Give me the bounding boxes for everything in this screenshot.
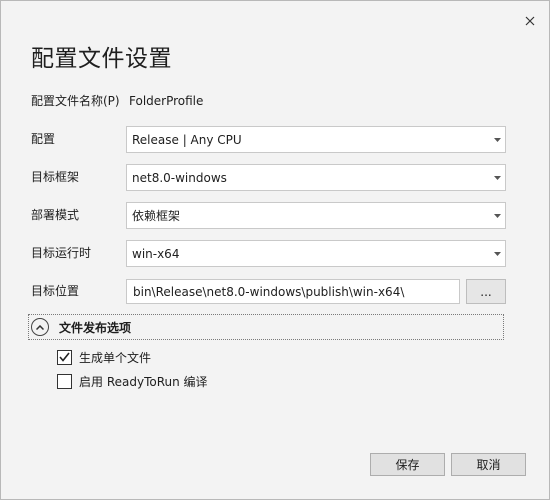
publish-options-header[interactable]: 文件发布选项 bbox=[28, 314, 504, 340]
target-framework-value: net8.0-windows bbox=[132, 170, 227, 185]
single-file-label: 生成单个文件 bbox=[79, 350, 152, 365]
target-location-input[interactable] bbox=[126, 279, 460, 304]
close-button[interactable] bbox=[519, 10, 541, 32]
configuration-value: Release | Any CPU bbox=[132, 132, 242, 147]
chevron-down-icon bbox=[489, 203, 505, 228]
close-icon bbox=[525, 16, 535, 26]
target-runtime-value: win-x64 bbox=[132, 246, 180, 261]
target-framework-dropdown[interactable]: net8.0-windows bbox=[126, 164, 506, 191]
dialog-title: 配置文件设置 bbox=[31, 46, 172, 72]
profile-settings-dialog: 配置文件设置 配置文件名称(P) FolderProfile 配置 Releas… bbox=[0, 0, 550, 500]
readytorun-label: 启用 ReadyToRun 编译 bbox=[79, 374, 208, 389]
readytorun-option[interactable]: 启用 ReadyToRun 编译 bbox=[57, 373, 208, 389]
chevron-down-icon bbox=[489, 241, 505, 266]
target-runtime-label: 目标运行时 bbox=[31, 246, 92, 260]
browse-button[interactable]: ... bbox=[466, 279, 506, 304]
configuration-dropdown[interactable]: Release | Any CPU bbox=[126, 126, 506, 153]
single-file-checkbox[interactable] bbox=[57, 349, 72, 365]
chevron-down-icon bbox=[489, 127, 505, 152]
cancel-button[interactable]: 取消 bbox=[451, 453, 526, 476]
target-framework-label: 目标框架 bbox=[31, 170, 80, 184]
publish-options-title: 文件发布选项 bbox=[59, 320, 132, 335]
profile-name-value: FolderProfile bbox=[129, 94, 204, 108]
chevron-down-icon bbox=[489, 165, 505, 190]
deployment-mode-label: 部署模式 bbox=[31, 208, 80, 222]
checkmark-icon bbox=[59, 352, 70, 362]
profile-name-label: 配置文件名称(P) bbox=[31, 94, 120, 108]
target-runtime-dropdown[interactable]: win-x64 bbox=[126, 240, 506, 267]
readytorun-checkbox[interactable] bbox=[57, 373, 72, 389]
configuration-label: 配置 bbox=[31, 132, 56, 146]
chevron-up-icon bbox=[31, 318, 49, 336]
target-location-label: 目标位置 bbox=[31, 284, 80, 298]
single-file-option[interactable]: 生成单个文件 bbox=[57, 349, 151, 365]
save-button[interactable]: 保存 bbox=[370, 453, 445, 476]
deployment-mode-value: 依赖框架 bbox=[132, 209, 181, 223]
deployment-mode-dropdown[interactable]: 依赖框架 bbox=[126, 202, 506, 229]
